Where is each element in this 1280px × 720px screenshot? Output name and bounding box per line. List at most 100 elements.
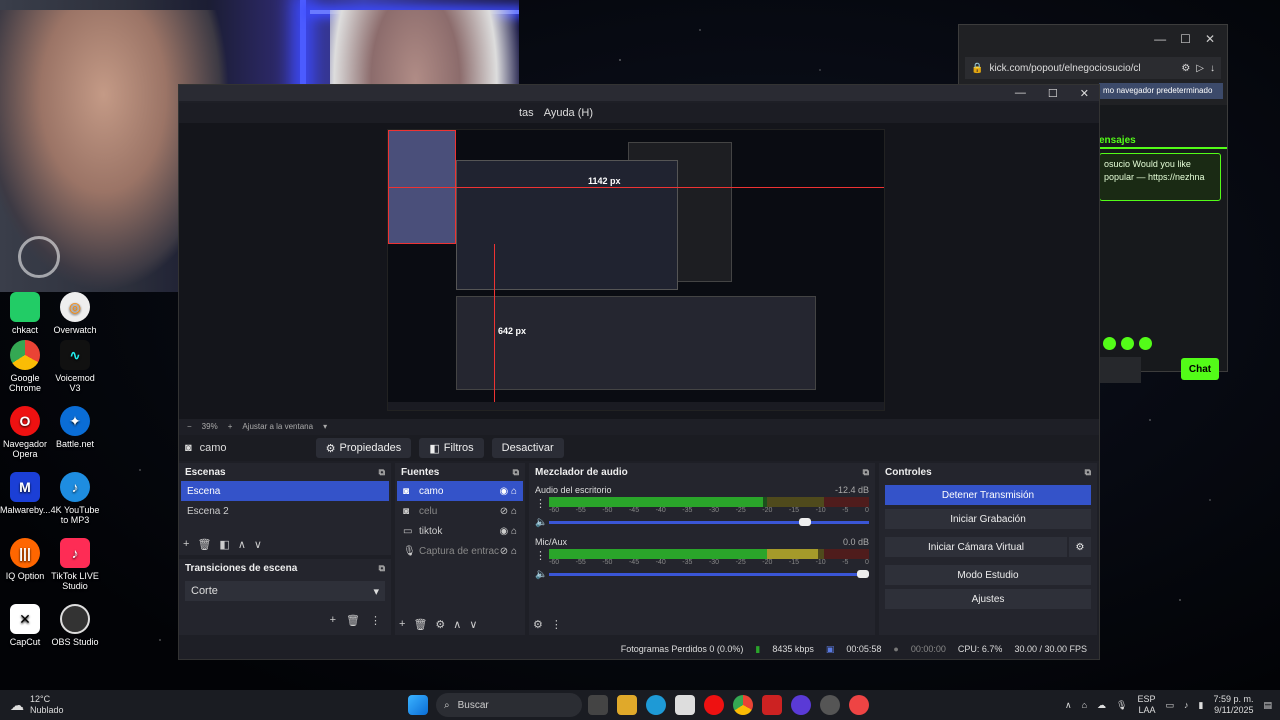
- add-icon[interactable]: +: [183, 538, 189, 551]
- menu-item-tools[interactable]: tas: [519, 107, 534, 119]
- close-icon[interactable]: ✕: [1205, 32, 1215, 46]
- eye-hidden-icon[interactable]: ⊘: [500, 546, 508, 557]
- chevron-down-icon[interactable]: ∨: [469, 618, 477, 631]
- scene-item[interactable]: Escena 2: [181, 501, 389, 521]
- more-icon[interactable]: ⋮: [535, 549, 546, 562]
- lock-icon[interactable]: ⌂: [511, 546, 517, 557]
- fit-window-select[interactable]: Ajustar a la ventana: [242, 422, 313, 431]
- address-bar[interactable]: 🔒 kick.com/popout/elnegociosucio/cl ⚙ ▷ …: [965, 57, 1221, 79]
- desktop-icon-battlenet[interactable]: ✦ Battle.net: [50, 406, 100, 449]
- cloud-icon[interactable]: ☁: [1097, 700, 1106, 711]
- stop-stream-button[interactable]: Detener Transmisión: [885, 485, 1091, 505]
- maximize-icon[interactable]: ☐: [1048, 87, 1058, 100]
- zoom-out-button[interactable]: −: [187, 422, 192, 431]
- lock-icon[interactable]: ⌂: [511, 526, 517, 537]
- desktop-icon-tiktok-live[interactable]: ♪ TikTok LIVE Studio: [50, 538, 100, 591]
- desktop-icon-4kyoutube[interactable]: ♪ 4K YouTube to MP3: [50, 472, 100, 525]
- lock-icon[interactable]: ⌂: [511, 486, 517, 497]
- source-item[interactable]: ◙ celu ⊘ ⌂: [397, 501, 523, 521]
- chevron-up-icon[interactable]: ∧: [1065, 700, 1072, 711]
- add-icon[interactable]: +: [330, 614, 336, 627]
- extension-icon[interactable]: ⚙: [1181, 63, 1190, 74]
- desktop-icon-capcut[interactable]: ✕ CapCut: [0, 604, 50, 647]
- transition-select[interactable]: Corte ▾: [185, 581, 385, 601]
- emote-icon[interactable]: [1139, 337, 1152, 350]
- filter-icon[interactable]: ◧: [219, 538, 229, 551]
- popout-icon[interactable]: ⧉: [1085, 467, 1091, 478]
- opera-icon[interactable]: [704, 695, 724, 715]
- slider-thumb[interactable]: [799, 518, 812, 526]
- trash-icon[interactable]: 🗑: [197, 538, 211, 551]
- more-icon[interactable]: ⋮: [551, 618, 562, 631]
- more-icon[interactable]: ⋮: [535, 497, 546, 510]
- close-icon[interactable]: ✕: [1080, 87, 1089, 100]
- volume-slider[interactable]: [549, 518, 869, 526]
- minimize-icon[interactable]: —: [1154, 32, 1166, 46]
- popout-icon[interactable]: ⧉: [379, 467, 385, 478]
- scene-item[interactable]: Escena: [181, 481, 389, 501]
- chrome-icon[interactable]: [733, 695, 753, 715]
- maximize-icon[interactable]: ☐: [1180, 32, 1191, 46]
- mic-icon[interactable]: 🎙: [1116, 700, 1127, 711]
- trash-icon[interactable]: 🗑: [346, 614, 360, 627]
- edge-icon[interactable]: [646, 695, 666, 715]
- volume-icon[interactable]: ♪: [1184, 700, 1189, 710]
- task-view-icon[interactable]: [588, 695, 608, 715]
- gear-icon[interactable]: ⚙: [533, 618, 543, 631]
- settings-icon[interactable]: [820, 695, 840, 715]
- source-item[interactable]: 🎙 Captura de entrac ⊘ ⌂: [397, 541, 523, 561]
- desktop-icon-chkact[interactable]: chkact: [0, 292, 50, 335]
- properties-button[interactable]: ⚙ Propiedades: [315, 438, 412, 458]
- popout-icon[interactable]: ⧉: [513, 467, 519, 478]
- eye-icon[interactable]: ◉: [499, 526, 508, 537]
- gear-icon[interactable]: ⚙: [1069, 537, 1091, 557]
- source-item[interactable]: ◙ camo ◉ ⌂: [397, 481, 523, 501]
- obs-taskbar-icon[interactable]: [791, 695, 811, 715]
- clock[interactable]: 7:59 p. m. 9/11/2025: [1213, 694, 1253, 716]
- volume-icon[interactable]: 🔈: [535, 517, 547, 528]
- eye-hidden-icon[interactable]: ⊘: [500, 506, 508, 517]
- lock-icon[interactable]: ⌂: [511, 506, 517, 517]
- windows-start-icon[interactable]: [408, 695, 428, 715]
- eye-icon[interactable]: ◉: [499, 486, 508, 497]
- source-item[interactable]: ▭ tiktok ◉ ⌂: [397, 521, 523, 541]
- virtual-camera-button[interactable]: Iniciar Cámara Virtual: [885, 537, 1067, 557]
- desktop-icon-iqoption[interactable]: ||| IQ Option: [0, 538, 50, 581]
- volume-slider[interactable]: [549, 570, 869, 578]
- language-indicator[interactable]: ESP LAA: [1137, 694, 1155, 716]
- chat-button[interactable]: Chat: [1181, 358, 1219, 380]
- chevron-down-icon[interactable]: ▾: [323, 422, 327, 431]
- emote-icon[interactable]: [1103, 337, 1116, 350]
- battery-icon[interactable]: ▮: [1199, 700, 1204, 711]
- weather-widget[interactable]: ☁ 12°C Nublado: [10, 694, 64, 716]
- store-icon[interactable]: [675, 695, 695, 715]
- network-icon[interactable]: ⌂: [1082, 700, 1087, 710]
- trash-icon[interactable]: 🗑: [413, 618, 427, 631]
- desktop-icon-voicemod[interactable]: ∿ Voicemod V3: [50, 340, 100, 393]
- popout-icon[interactable]: ⧉: [863, 467, 869, 478]
- preview-area[interactable]: 1142 px 642 px: [179, 123, 1099, 419]
- download-icon[interactable]: ↓: [1210, 63, 1215, 74]
- taskbar-search[interactable]: ⌕ Buscar: [436, 693, 582, 717]
- gear-icon[interactable]: ⚙: [435, 618, 445, 631]
- filters-button[interactable]: ◧ Filtros: [419, 438, 484, 458]
- add-icon[interactable]: +: [399, 618, 405, 631]
- chat-input[interactable]: [1099, 357, 1141, 383]
- chevron-up-icon[interactable]: ∧: [238, 538, 246, 551]
- desktop-icon-malwarebytes[interactable]: M Malwareby...: [0, 472, 50, 515]
- slider-thumb[interactable]: [857, 570, 869, 578]
- volume-icon[interactable]: 🔈: [535, 569, 547, 580]
- app-icon[interactable]: [762, 695, 782, 715]
- desktop-icon-opera[interactable]: O Navegador Opera: [0, 406, 50, 459]
- desktop-icon-overwatch[interactable]: ◎ Overwatch: [50, 292, 100, 335]
- minimize-icon[interactable]: —: [1015, 87, 1026, 100]
- settings-button[interactable]: Ajustes: [885, 589, 1091, 609]
- more-icon[interactable]: ⋮: [370, 614, 381, 627]
- menu-item-help[interactable]: Ayuda (H): [544, 107, 593, 119]
- desktop-icon-chrome[interactable]: Google Chrome: [0, 340, 50, 393]
- preview-canvas[interactable]: 1142 px 642 px: [387, 129, 885, 411]
- deactivate-button[interactable]: Desactivar: [491, 438, 564, 458]
- notifications-icon[interactable]: ▤: [1263, 700, 1272, 711]
- popout-icon[interactable]: ⧉: [379, 563, 385, 574]
- file-explorer-icon[interactable]: [617, 695, 637, 715]
